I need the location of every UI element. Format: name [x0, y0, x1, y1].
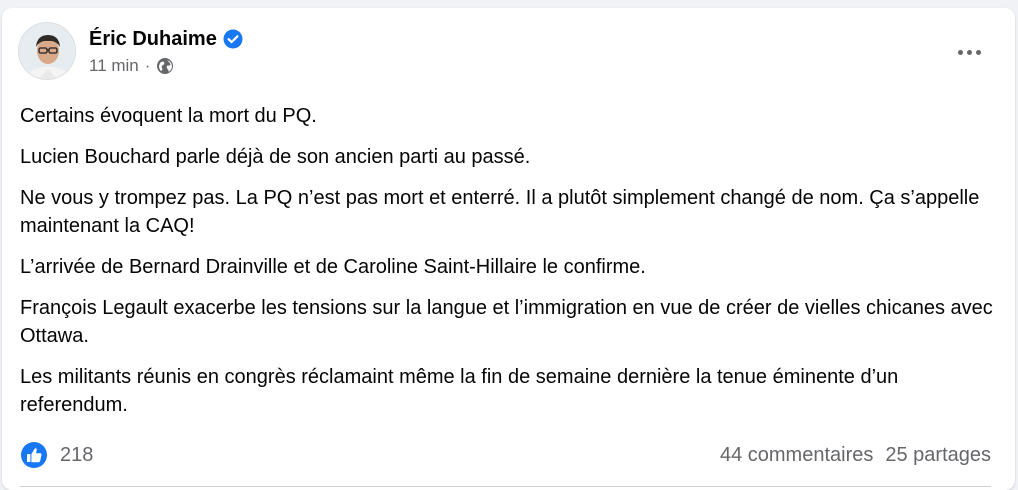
- post-header: Éric Duhaime 11 min ·: [18, 22, 243, 80]
- engagement-stats: 44 commentaires 25 partages: [720, 444, 991, 467]
- divider: [20, 486, 991, 487]
- comments-count[interactable]: 44 commentaires: [720, 444, 873, 467]
- shares-count[interactable]: 25 partages: [885, 444, 991, 467]
- post-footer: 218 44 commentaires 25 partages: [20, 440, 991, 470]
- avatar[interactable]: [18, 22, 76, 80]
- timestamp-row: 11 min ·: [89, 56, 243, 76]
- more-options-icon: [975, 49, 981, 55]
- post-paragraph: Ne vous y trompez pas. La PQ n’est pas m…: [20, 187, 980, 237]
- post-paragraph: Les militants réunis en congrès réclamai…: [20, 366, 899, 416]
- meta-separator: ·: [144, 56, 151, 75]
- more-options-icon: [957, 49, 963, 55]
- post-meta: Éric Duhaime 11 min ·: [89, 26, 243, 76]
- more-options-button[interactable]: [951, 38, 987, 66]
- post-card: Éric Duhaime 11 min · Certains évoquent …: [2, 8, 1015, 490]
- author-row: Éric Duhaime: [89, 26, 243, 52]
- post-paragraph: L’arrivée de Bernard Drainville et de Ca…: [20, 256, 646, 278]
- profile-photo: [19, 23, 75, 79]
- post-time[interactable]: 11 min: [89, 56, 139, 76]
- author-name[interactable]: Éric Duhaime: [89, 28, 217, 51]
- post-paragraph: Certains évoquent la mort du PQ.: [20, 105, 317, 127]
- reaction-count: 218: [60, 443, 94, 466]
- verified-badge-icon: [223, 29, 243, 49]
- more-options-icon: [966, 49, 972, 55]
- reactions-summary[interactable]: 218: [20, 441, 93, 469]
- post-paragraph: François Legault exacerbe les tensions s…: [20, 297, 993, 347]
- post-body: Certains évoquent la mort du PQ. Lucien …: [20, 102, 1000, 432]
- like-icon: [20, 441, 48, 469]
- post-paragraph: Lucien Bouchard parle déjà de son ancien…: [20, 146, 531, 168]
- globe-icon[interactable]: [156, 57, 174, 75]
